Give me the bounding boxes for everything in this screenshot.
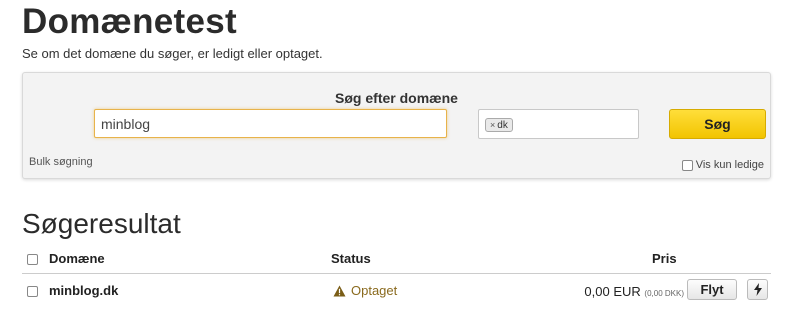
column-header-domain: Domæne — [49, 251, 105, 266]
tld-tag-label: dk — [497, 120, 508, 131]
only-free-toggle[interactable]: Vis kun ledige — [681, 159, 764, 171]
remove-tld-icon[interactable]: × — [490, 120, 495, 130]
column-header-status: Status — [331, 251, 371, 266]
move-domain-button[interactable]: Flyt — [687, 279, 737, 300]
search-button[interactable]: Søg — [669, 109, 766, 139]
table-header: Domæne Status Pris — [22, 250, 771, 274]
row-price-eur: 0,00 EUR — [584, 284, 641, 299]
quick-action-button[interactable] — [747, 279, 768, 300]
only-free-checkbox[interactable] — [681, 159, 693, 171]
row-checkbox[interactable] — [27, 286, 38, 297]
bulk-search-link[interactable]: Bulk søgning — [29, 156, 93, 168]
domain-search-input[interactable] — [94, 109, 447, 138]
row-status: Optaget — [333, 283, 397, 298]
row-price: 0,00 EUR (0,00 DKK) — [584, 284, 684, 299]
column-header-price: Pris — [652, 251, 677, 266]
row-price-dkk: (0,00 DKK) — [644, 289, 684, 298]
select-all-checkbox[interactable] — [27, 254, 38, 265]
search-panel: Søg efter domæne ×dk Søg Bulk søgning Vi… — [22, 72, 771, 179]
warning-icon — [333, 285, 346, 296]
tld-tag: × dk — [485, 118, 513, 132]
page-title: Domænetest — [22, 2, 237, 41]
results-title: Søgeresultat — [22, 208, 181, 239]
search-heading: Søg efter domæne — [335, 90, 458, 106]
page-subtitle: Se om det domæne du søger, er ledigt ell… — [22, 46, 323, 61]
tld-select[interactable]: × dk — [478, 109, 639, 139]
row-domain: minblog.dk — [49, 283, 119, 298]
lightning-icon — [753, 283, 762, 296]
row-status-label: Optaget — [351, 283, 398, 298]
table-row: minblog.dk Optaget 0,00 EUR (0,00 DKK) F… — [22, 278, 771, 304]
only-free-label: Vis kun ledige — [695, 159, 764, 171]
